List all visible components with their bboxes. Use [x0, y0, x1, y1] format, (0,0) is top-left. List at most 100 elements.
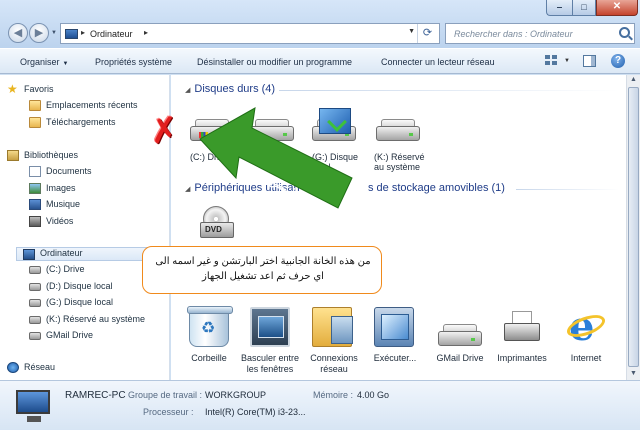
group-header-removable-end: s de stockage amovibles (1) [368, 182, 505, 194]
workgroup-label: Groupe de travail : [128, 390, 203, 400]
refresh-icon[interactable]: ⟳ [417, 24, 437, 43]
drive-icon [29, 283, 41, 291]
printers-label[interactable]: Imprimantes [487, 353, 557, 364]
processor-value: Intel(R) Core(TM) i3-23... [205, 407, 306, 417]
run-label[interactable]: Exécuter... [360, 353, 430, 364]
system-properties-button[interactable]: Propriétés système [95, 57, 172, 67]
reserved-system-drive-icon[interactable] [319, 108, 351, 134]
nav-gmail-drive[interactable]: GMail Drive [29, 330, 93, 344]
nav-libraries[interactable]: Bibliothèques [7, 150, 78, 164]
star-icon: ★ [7, 82, 18, 96]
network-connections-label[interactable]: Connexions réseau [299, 353, 369, 375]
drive-icon [29, 299, 41, 307]
nav-favorites[interactable]: ★ Favoris [7, 83, 54, 98]
group-divider [516, 189, 619, 190]
view-options-icon[interactable] [545, 55, 559, 67]
network-connections-icon[interactable] [312, 307, 353, 347]
minimize-button[interactable]: ‒ [546, 0, 572, 16]
network-icon [7, 362, 19, 373]
run-icon[interactable] [374, 307, 414, 347]
help-icon[interactable]: ? [611, 54, 625, 68]
music-icon [29, 199, 41, 210]
nav-drive-c[interactable]: (C:) Drive [29, 264, 85, 278]
group-divider [279, 90, 619, 91]
search-placeholder: Rechercher dans : Ordinateur [454, 29, 573, 39]
recent-pages-dropdown[interactable]: ▼ [51, 30, 57, 36]
images-icon [29, 183, 41, 194]
chevron-down-icon[interactable]: ▼ [564, 58, 570, 64]
drive-k-label[interactable]: (K:) Réservé au système [374, 152, 425, 172]
nav-music[interactable]: Musique [29, 199, 80, 213]
search-input[interactable]: Rechercher dans : Ordinateur [445, 23, 635, 44]
search-icon[interactable] [619, 27, 630, 38]
dvd-label: DVD [205, 225, 222, 234]
gmail-drive-icon[interactable] [435, 323, 485, 349]
details-pane: RAMREC-PC Groupe de travail : WORKGROUP … [0, 380, 640, 430]
memory-label: Mémoire : [313, 390, 354, 400]
pc-name: RAMREC-PC [65, 390, 126, 401]
address-bar[interactable]: ▸ Ordinateur ▸ ▼ ⟳ [60, 23, 440, 44]
computer-icon [23, 249, 35, 260]
collapse-icon[interactable]: ◢ [185, 186, 190, 193]
map-network-drive-button[interactable]: Connecter un lecteur réseau [381, 57, 495, 67]
recycle-bin-icon[interactable] [187, 306, 233, 347]
computer-icon [65, 29, 78, 39]
internet-label[interactable]: Internet [551, 353, 621, 364]
callout-text: من هذه الخانة الجانبية اختر البارتشن و غ… [155, 256, 371, 282]
nav-drive-d[interactable]: (D:) Disque local [29, 281, 113, 295]
scroll-thumb[interactable] [628, 87, 639, 367]
breadcrumb[interactable]: Ordinateur [90, 29, 133, 39]
drive-g-label[interactable]: (G:) Disque local [312, 152, 358, 172]
recycle-bin-label[interactable]: Corbeille [174, 353, 244, 364]
drive-d-icon[interactable] [247, 118, 297, 144]
maximize-button[interactable]: □ [572, 0, 596, 16]
chevron-down-icon: ▼ [62, 61, 69, 67]
close-button[interactable]: ✕ [596, 0, 638, 16]
switch-windows-label[interactable]: Basculer entre les fenêtres [235, 353, 305, 375]
nav-drive-k[interactable]: (K:) Réservé au système [29, 314, 145, 328]
drive-c-label[interactable]: (C:) Drive [190, 152, 229, 162]
processor-label: Processeur : [143, 407, 194, 417]
switch-windows-icon[interactable] [250, 307, 290, 347]
group-header-hard-disks[interactable]: ◢ Disques durs (4) [185, 83, 275, 95]
command-toolbar: Organiser ▼ Propriétés système Désinstall… [0, 48, 640, 74]
gmail-drive-label[interactable]: GMail Drive [425, 353, 495, 364]
nav-videos[interactable]: Vidéos [29, 216, 73, 230]
nav-documents[interactable]: Documents [29, 166, 92, 180]
scroll-down-icon[interactable]: ▼ [630, 370, 637, 377]
nav-downloads[interactable]: Téléchargements [29, 117, 116, 131]
memory-value: 4.00 Go [357, 390, 390, 400]
drive-icon [29, 332, 41, 340]
windows-drive-icon [29, 266, 41, 274]
content-pane: ◢ Disques durs (4) (C:) Drive (G:) Disque… [171, 75, 626, 380]
recent-places-icon [29, 100, 41, 111]
red-x-mark: ✗ [147, 109, 182, 153]
back-button[interactable]: ◀ [8, 23, 28, 43]
downloads-folder-icon [29, 117, 41, 128]
uninstall-program-button[interactable]: Désinstaller ou modifier un programme [197, 57, 352, 67]
forward-button[interactable]: ▶ [29, 23, 49, 43]
nav-drive-g[interactable]: (G:) Disque local [29, 297, 113, 311]
workgroup-value: WORKGROUP [205, 390, 267, 400]
scroll-up-icon[interactable]: ▲ [630, 76, 637, 83]
drive-c-icon[interactable] [187, 118, 237, 144]
nav-recent-places[interactable]: Emplacements récents [29, 100, 138, 114]
organize-button[interactable]: Organiser ▼ [20, 57, 68, 67]
nav-network[interactable]: Réseau [7, 362, 55, 376]
vertical-scrollbar[interactable]: ▲ ▼ [626, 75, 640, 380]
internet-explorer-icon[interactable]: e [564, 307, 608, 347]
printer-icon[interactable] [502, 307, 542, 347]
computer-icon [16, 390, 50, 422]
libraries-icon [7, 150, 19, 161]
chevron-right-icon[interactable]: ▸ [144, 28, 148, 37]
title-bar: ‒ □ ✕ ◀ ▶ ▼ ▸ Ordinateur ▸ ▼ ⟳ Recherche… [0, 0, 640, 48]
drive-icon [29, 316, 41, 324]
preview-pane-icon[interactable] [583, 55, 596, 67]
drive-k-icon[interactable] [373, 118, 423, 144]
nav-computer[interactable]: Ordinateur [16, 247, 156, 261]
address-dropdown-icon[interactable]: ▼ [408, 28, 415, 35]
nav-images[interactable]: Images [29, 183, 76, 197]
navigation-pane: ★ Favoris Emplacements récents Télécharge… [0, 75, 170, 380]
dvd-drive-icon[interactable]: DVD [200, 206, 234, 246]
collapse-icon[interactable]: ◢ [185, 87, 190, 94]
